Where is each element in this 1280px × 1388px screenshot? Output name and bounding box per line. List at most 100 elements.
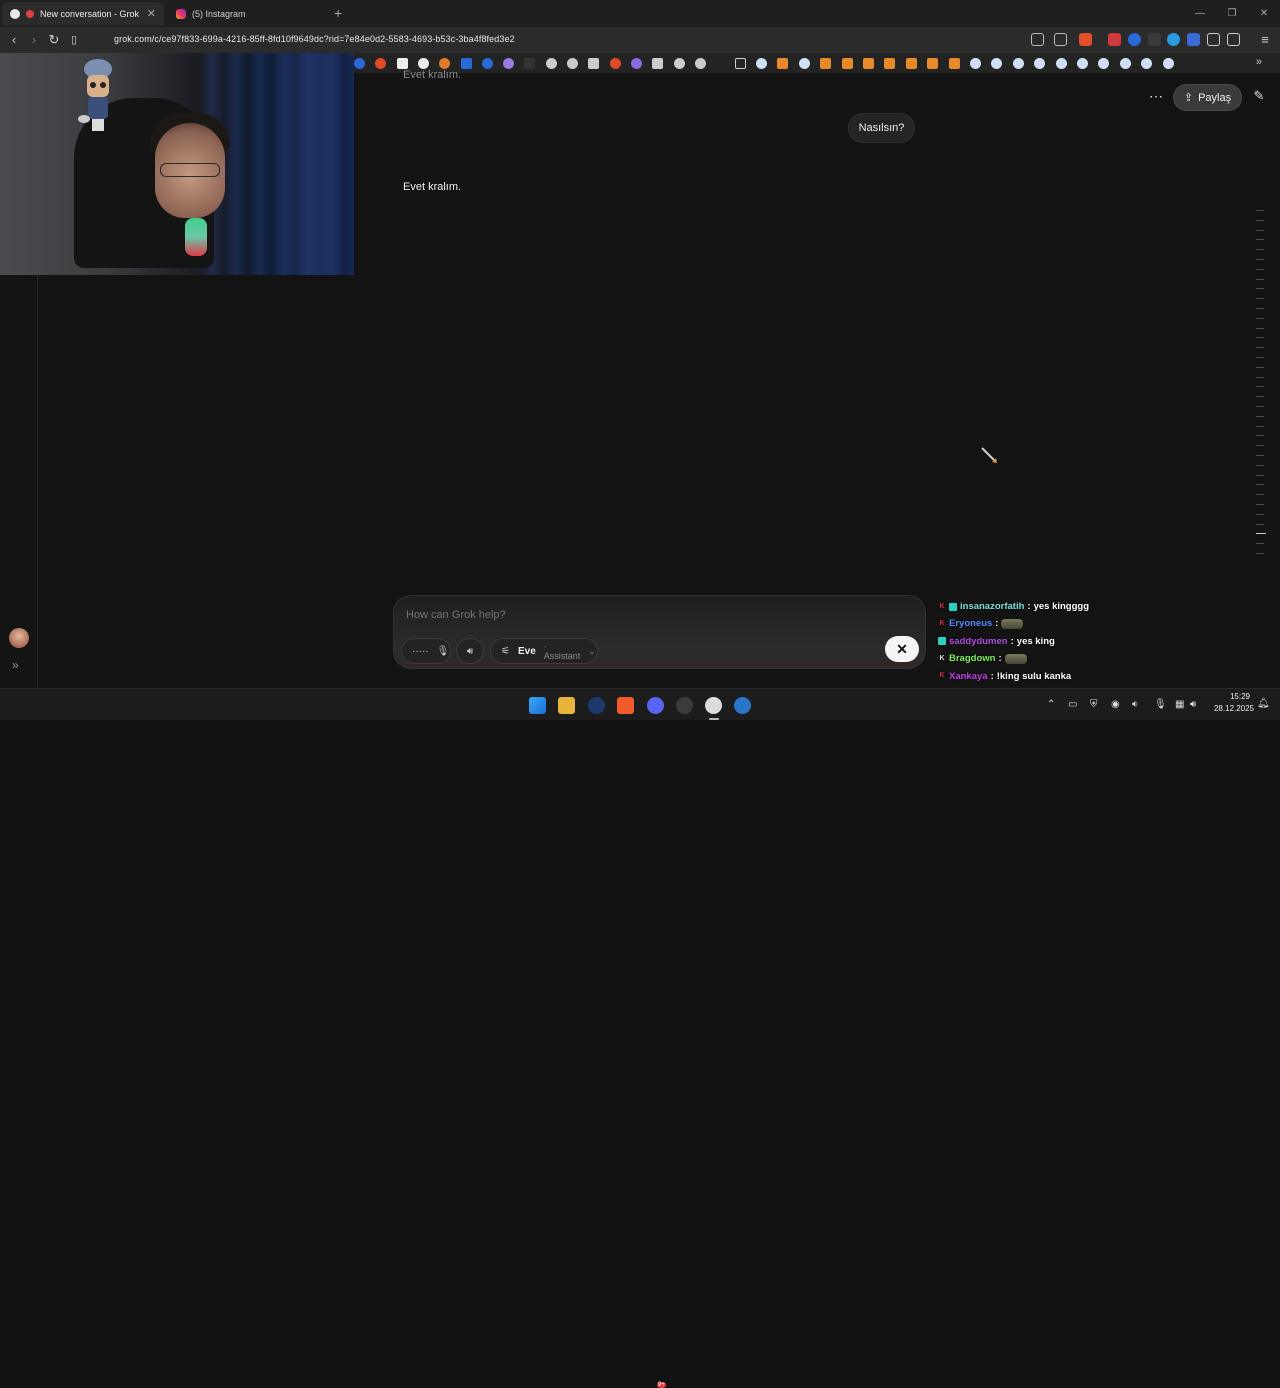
close-voice-button[interactable]: ✕ — [885, 636, 919, 662]
bookmark-icon[interactable] — [609, 58, 621, 69]
bookmark-icon[interactable]: ▯ — [66, 32, 82, 48]
close-tab-icon[interactable]: ✕ — [147, 7, 156, 20]
browser-taskbar-icon[interactable] — [705, 697, 722, 720]
reload-icon[interactable]: ↻ — [46, 32, 62, 48]
bookmark-icon[interactable] — [927, 58, 939, 69]
chat-username: Xankaya — [949, 670, 988, 682]
audio-icon[interactable]: 🔉︎ — [1132, 699, 1138, 710]
extension-icon[interactable] — [1187, 33, 1200, 46]
bookmark-icon[interactable] — [948, 58, 960, 69]
notification-icon[interactable]: 🔔︎ — [1257, 698, 1270, 709]
bookmark-icon[interactable] — [777, 58, 789, 69]
new-chat-edit-icon[interactable]: ✎ — [1250, 88, 1268, 106]
steam-blue-icon[interactable] — [734, 697, 751, 714]
bookmark-icon[interactable] — [545, 58, 557, 69]
bookmark-icon[interactable] — [820, 58, 832, 69]
steam-bookmark-icon[interactable] — [1034, 58, 1046, 69]
forward-icon[interactable]: › — [26, 32, 42, 48]
folder-icon[interactable] — [735, 58, 746, 69]
speaker-button[interactable]: 🔊︎ — [456, 638, 484, 664]
volume-icon[interactable]: 🔊︎ — [1190, 699, 1196, 710]
clock-time[interactable]: 15:29 — [1218, 692, 1262, 701]
more-bookmarks-icon[interactable]: » — [1256, 56, 1262, 68]
bookmark-icon[interactable] — [375, 58, 387, 69]
discord-icon[interactable] — [647, 697, 664, 714]
bookmark-icon[interactable] — [481, 58, 493, 69]
bookmark-icon[interactable] — [503, 58, 515, 69]
steam-bookmark-icon[interactable] — [1098, 58, 1110, 69]
brave-shield-icon[interactable] — [1079, 33, 1092, 46]
bookmark-icon[interactable] — [905, 58, 917, 69]
steam-bookmark-icon[interactable] — [991, 58, 1003, 69]
steam-bookmark-icon[interactable] — [1077, 58, 1088, 69]
bookmark-icon[interactable] — [694, 58, 706, 69]
back-icon[interactable]: ‹ — [6, 32, 22, 48]
steam-tray-icon[interactable]: ◉ — [1111, 699, 1120, 710]
bookmark-icon[interactable] — [417, 58, 429, 69]
tab-instagram[interactable]: (5) Instagram — [168, 2, 330, 25]
battery-icon[interactable]: ▭ — [1068, 699, 1077, 710]
scroll-mark — [1256, 553, 1264, 554]
share-button[interactable]: ⇪ Paylaş — [1173, 84, 1242, 111]
steam-bookmark-icon[interactable] — [798, 58, 810, 69]
scroll-mark — [1256, 357, 1264, 358]
expand-sidebar-icon[interactable]: » — [12, 658, 19, 672]
steam-bookmark-icon[interactable] — [970, 58, 981, 69]
bookmark-icon[interactable] — [884, 58, 896, 69]
extension-icon[interactable] — [1167, 33, 1180, 46]
bookmark-icon[interactable] — [524, 58, 536, 69]
extension-icon[interactable] — [1108, 33, 1121, 46]
minimize-icon[interactable]: — — [1184, 0, 1216, 27]
bookmark-icon[interactable] — [841, 58, 853, 69]
scroll-mark — [1256, 268, 1264, 270]
voice-controls[interactable]: ····· 🎙︎ — [401, 638, 451, 664]
address-bar[interactable]: grok.com/c/ce97f833-699a-4216-85ff-8fd10… — [114, 34, 515, 44]
file-explorer-icon[interactable] — [558, 697, 575, 714]
steam-bookmark-icon[interactable] — [1119, 58, 1131, 69]
more-options-icon[interactable]: ⋯ — [1146, 88, 1166, 108]
clock-date[interactable]: 28.12.2025 — [1212, 704, 1256, 713]
bookmark-icon[interactable] — [396, 58, 408, 69]
scroll-mark — [1256, 543, 1264, 545]
brave-icon[interactable] — [617, 697, 634, 714]
maximize-icon[interactable]: ❐ — [1216, 0, 1248, 27]
menu-icon[interactable]: ≡ — [1257, 32, 1273, 48]
tray-expand-icon[interactable]: ⌃ — [1047, 699, 1055, 710]
microphone-icon[interactable]: 🎙︎ — [437, 646, 450, 657]
bookmark-icon[interactable] — [439, 58, 451, 69]
steam-bookmark-icon[interactable] — [1055, 58, 1067, 69]
obs-icon[interactable] — [676, 697, 693, 714]
conversation-scroll-indicator[interactable] — [1256, 210, 1266, 560]
bookmark-icon[interactable] — [863, 58, 874, 69]
cast-icon[interactable] — [1031, 33, 1044, 46]
steam-bookmark-icon[interactable] — [1141, 58, 1153, 69]
shield-icon[interactable]: ⛨ — [1090, 699, 1098, 710]
share-page-icon[interactable] — [1054, 33, 1067, 46]
new-tab-button[interactable]: + — [334, 5, 342, 21]
microphone-tray-icon[interactable]: 🎙︎ — [1154, 699, 1167, 710]
bookmark-icon[interactable] — [354, 58, 365, 69]
network-icon[interactable]: ▦ — [1175, 699, 1184, 710]
scroll-mark — [1256, 445, 1264, 447]
voice-mode-selector[interactable]: ⚟ Eve · Assistant ⌄ — [490, 638, 598, 664]
bookmark-icon[interactable] — [673, 58, 685, 69]
avatar[interactable] — [9, 628, 29, 648]
steam-icon[interactable] — [588, 697, 605, 714]
close-window-icon[interactable]: ✕ — [1248, 0, 1280, 27]
bookmark-icon[interactable] — [652, 58, 664, 69]
bookmark-icon[interactable] — [460, 58, 472, 69]
bookmark-icon[interactable] — [630, 58, 642, 69]
steam-bookmark-icon[interactable] — [1012, 58, 1024, 69]
extension-icon[interactable] — [1148, 33, 1161, 46]
tab-grok[interactable]: New conversation - Grok ✕ — [2, 2, 164, 25]
prompt-input[interactable] — [406, 609, 826, 621]
sidebar-icon[interactable] — [1227, 33, 1240, 46]
steam-bookmark-icon[interactable] — [1162, 58, 1174, 69]
bookmark-icon[interactable] — [588, 58, 600, 69]
extension-icon[interactable] — [1128, 33, 1141, 46]
steam-bookmark-icon[interactable] — [756, 58, 767, 69]
windows-start-icon[interactable] — [529, 697, 546, 714]
browser-tab-bar: New conversation - Grok ✕ (5) Instagram … — [0, 0, 1280, 27]
extensions-puzzle-icon[interactable] — [1207, 33, 1220, 46]
bookmark-icon[interactable] — [567, 58, 578, 69]
